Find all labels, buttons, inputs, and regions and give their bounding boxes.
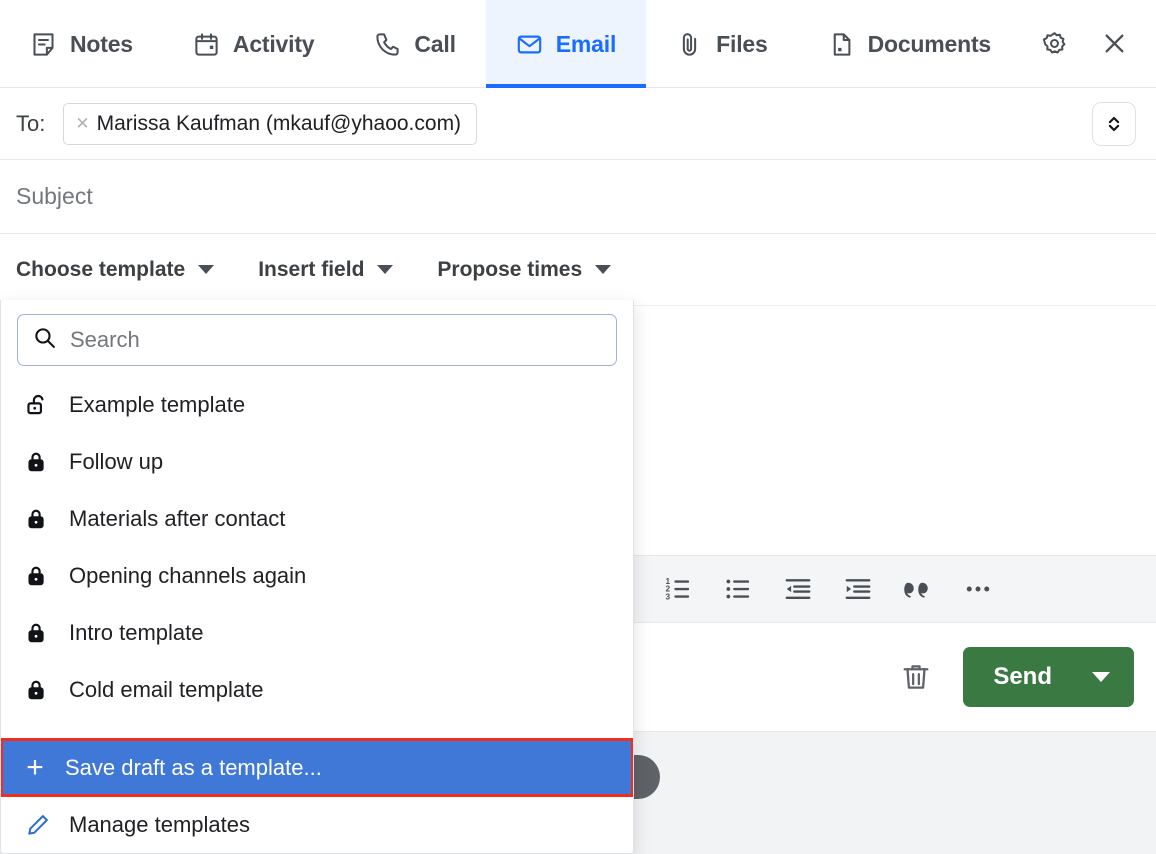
close-icon[interactable]: [1094, 24, 1134, 64]
manage-templates-button[interactable]: Manage templates: [1, 796, 633, 853]
lock-icon: [25, 449, 51, 475]
to-row: To: ✕ Marissa Kaufman (mkauf@yhaoo.com): [0, 88, 1156, 160]
list-item[interactable]: Materials after contact: [1, 490, 633, 547]
tab-label: Notes: [70, 31, 133, 58]
tab-call[interactable]: Call: [344, 0, 485, 88]
calendar-icon: [193, 31, 220, 58]
tab-notes[interactable]: Notes: [0, 0, 163, 88]
list-item[interactable]: Cold email template: [1, 661, 633, 718]
lock-icon: [25, 506, 51, 532]
manage-templates-label: Manage templates: [69, 812, 250, 838]
tab-email[interactable]: Email: [486, 0, 646, 88]
tab-documents[interactable]: Documents: [798, 0, 1021, 88]
record-tab-bar: Notes Activity Call: [0, 0, 1156, 88]
recipient-name: Marissa Kaufman (mkauf@yhaoo.com): [97, 112, 461, 136]
propose-times-label: Propose times: [437, 258, 582, 282]
list-item-label: Follow up: [69, 449, 163, 475]
choose-template-dropdown[interactable]: Choose template: [16, 258, 214, 282]
save-draft-label: Save draft as a template...: [65, 755, 322, 781]
notes-icon: [30, 31, 57, 58]
to-label: To:: [16, 111, 45, 137]
propose-times-dropdown[interactable]: Propose times: [437, 258, 611, 282]
list-item-label: Intro template: [69, 620, 204, 646]
list-item[interactable]: Opening channels again: [1, 547, 633, 604]
tab-activity[interactable]: Activity: [163, 0, 344, 88]
plus-icon: +: [23, 753, 47, 783]
search-input[interactable]: [70, 327, 602, 353]
bulleted-list-icon[interactable]: [723, 574, 753, 604]
template-dropdown-panel: Example template Follow up: [0, 300, 634, 854]
blockquote-icon[interactable]: [903, 574, 933, 604]
list-item[interactable]: Follow up: [1, 433, 633, 490]
compose-toolbar: Choose template Insert field Propose tim…: [0, 234, 1156, 306]
numbered-list-icon[interactable]: 1 2 3: [663, 574, 693, 604]
save-draft-as-template-button[interactable]: + Save draft as a template...: [1, 739, 633, 796]
template-list: Example template Follow up: [1, 376, 633, 739]
list-item-label: Example template: [69, 392, 245, 418]
list-item[interactable]: Example template: [1, 376, 633, 433]
template-panel-footer: + Save draft as a template... Manage tem…: [1, 739, 633, 853]
list-item-label: Materials after contact: [69, 506, 285, 532]
tab-label: Files: [716, 31, 767, 58]
tab-label: Documents: [868, 31, 991, 58]
template-search-wrap: [1, 300, 633, 376]
insert-field-dropdown[interactable]: Insert field: [258, 258, 393, 282]
send-button[interactable]: Send: [963, 647, 1134, 707]
trash-icon[interactable]: [899, 660, 933, 694]
tab-label: Activity: [233, 31, 314, 58]
email-compose-window: Notes Activity Call: [0, 0, 1156, 854]
indent-icon[interactable]: [843, 574, 873, 604]
tab-files[interactable]: Files: [646, 0, 797, 88]
recipient-chip[interactable]: ✕ Marissa Kaufman (mkauf@yhaoo.com): [63, 103, 477, 145]
chevron-down-icon[interactable]: [1092, 672, 1110, 682]
unlock-icon: [25, 392, 51, 418]
list-item[interactable]: Intro template: [1, 604, 633, 661]
chevron-down-icon: [595, 265, 611, 274]
envelope-icon: [516, 31, 543, 58]
subject-row: [0, 160, 1156, 234]
paperclip-icon: [676, 31, 703, 58]
search-icon: [32, 325, 57, 355]
pencil-icon: [25, 812, 51, 838]
expand-collapse-icon[interactable]: [1092, 102, 1136, 146]
svg-text:3: 3: [666, 592, 671, 601]
tabbar-actions: [1034, 0, 1156, 87]
template-search-box[interactable]: [17, 314, 617, 366]
tab-label: Email: [556, 31, 616, 58]
list-item-label: Cold email template: [69, 677, 263, 703]
more-options-icon[interactable]: [963, 574, 993, 604]
lock-icon: [25, 620, 51, 646]
chevron-down-icon: [198, 265, 214, 274]
document-icon: [828, 31, 855, 58]
chevron-down-icon: [377, 265, 393, 274]
outdent-icon[interactable]: [783, 574, 813, 604]
choose-template-label: Choose template: [16, 258, 185, 282]
lock-icon: [25, 563, 51, 589]
subject-input[interactable]: [16, 183, 1042, 210]
phone-icon: [374, 31, 401, 58]
close-small-icon[interactable]: ✕: [75, 115, 89, 132]
tab-label: Call: [414, 31, 455, 58]
lock-icon: [25, 677, 51, 703]
list-item-label: Opening channels again: [69, 563, 306, 589]
send-label: Send: [993, 663, 1052, 691]
gear-icon[interactable]: [1034, 24, 1074, 64]
insert-field-label: Insert field: [258, 258, 364, 282]
